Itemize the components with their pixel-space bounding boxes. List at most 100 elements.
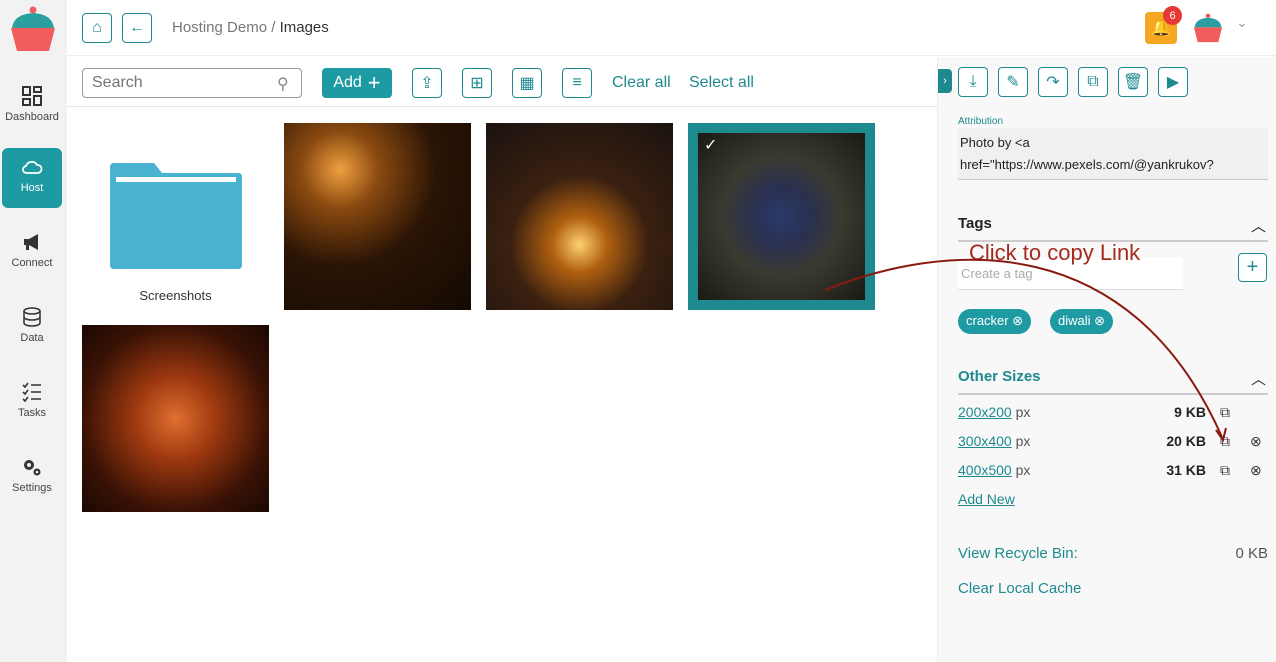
upload-button[interactable]: ⇪ (412, 68, 442, 98)
check-icon: ✓ (704, 137, 718, 154)
sidebar: Dashboard Host Connect Data Tasks Settin… (0, 0, 67, 662)
grid-view-button[interactable]: ▦ (512, 68, 542, 98)
size-row: 300x400 px 20 KB ⧉ ⊗ (958, 433, 1268, 449)
avatar[interactable] (1192, 12, 1224, 44)
folder-tile[interactable]: Screenshots (82, 123, 269, 310)
sidebar-item-label: Dashboard (5, 111, 59, 123)
remove-size-icon[interactable]: ⊗ (1250, 433, 1262, 450)
attribution-label: Attribution (958, 116, 1004, 127)
download-icon: ⤓ (969, 73, 977, 90)
file-size: 20 KB (1166, 433, 1206, 449)
size-link[interactable]: 200x200 (958, 404, 1012, 420)
sidebar-item-label: Host (20, 182, 44, 194)
tags-section-header[interactable]: Tags ︿ (958, 215, 1268, 242)
upload-icon: ⇪ (420, 75, 434, 92)
select-all-link[interactable]: Select all (689, 74, 754, 92)
tags-title: Tags (958, 215, 992, 232)
remove-tag-icon[interactable]: ⊗ (1012, 313, 1023, 328)
edit-button[interactable]: ✎ (998, 67, 1028, 97)
toolbar: ⚲ Add + ⇪ ⊞ ▦ ≡ Clear all Select all (67, 57, 937, 107)
sidebar-item-connect[interactable]: Connect (2, 223, 62, 283)
size-unit: px (1015, 462, 1031, 478)
back-button[interactable]: ← (122, 13, 152, 43)
size-unit: px (1015, 433, 1031, 449)
file-size: 31 KB (1166, 462, 1206, 478)
sidebar-item-tasks[interactable]: Tasks (2, 373, 62, 433)
sidebar-item-data[interactable]: Data (2, 298, 62, 358)
dashboard-icon (22, 86, 42, 106)
breadcrumb-parent[interactable]: Hosting Demo (172, 19, 267, 36)
pencil-icon: ✎ (1006, 74, 1020, 91)
breadcrumb: Hosting Demo / Images (172, 19, 329, 36)
play-button[interactable]: ▶ (1158, 67, 1188, 97)
copy-button[interactable]: ⧉ (1078, 67, 1108, 97)
chevron-down-icon[interactable]: ⌄ (1236, 14, 1248, 31)
add-tag-button[interactable]: + (1238, 253, 1267, 282)
copy-link-icon[interactable]: ⧉ (1220, 433, 1230, 450)
size-link[interactable]: 400x500 (958, 462, 1012, 478)
image-tile-selected[interactable]: ✓ (688, 123, 875, 310)
remove-size-icon[interactable]: ⊗ (1250, 462, 1262, 479)
size-row: 200x200 px 9 KB ⧉ (958, 404, 1268, 420)
sidebar-item-dashboard[interactable]: Dashboard (2, 77, 62, 137)
add-button[interactable]: Add + (322, 68, 392, 98)
share-icon: ↷ (1046, 74, 1060, 91)
copy-icon: ⧉ (1087, 73, 1099, 90)
remove-tag-icon[interactable]: ⊗ (1094, 313, 1105, 328)
folder-icon (109, 163, 242, 269)
trash-icon: 🗑 (1122, 74, 1144, 91)
tag-chip: diwali ⊗ (1050, 309, 1114, 334)
tag-chip: cracker ⊗ (958, 309, 1032, 334)
add-label: Add (333, 74, 362, 91)
recycle-bin-size: 0 KB (1235, 545, 1268, 562)
image-tile[interactable] (284, 123, 471, 310)
sidebar-item-label: Settings (12, 482, 52, 494)
clear-cache-link[interactable]: Clear Local Cache (958, 580, 1081, 597)
header: ⌂ ← Hosting Demo / Images (67, 0, 1276, 56)
chevron-up-icon: ︿ (1250, 371, 1266, 388)
clear-all-link[interactable]: Clear all (612, 74, 671, 92)
home-icon: ⌂ (92, 19, 102, 36)
other-sizes-title: Other Sizes (958, 368, 1041, 385)
attribution-field[interactable]: Photo by <a href="https://www.pexels.com… (958, 128, 1268, 180)
share-button[interactable]: ↷ (1038, 67, 1068, 97)
recycle-bin-link[interactable]: View Recycle Bin: (958, 545, 1078, 562)
file-size: 9 KB (1174, 404, 1206, 420)
size-row: 400x500 px 31 KB ⧉ ⊗ (958, 462, 1268, 478)
image-tile[interactable] (82, 325, 269, 512)
sort-button[interactable]: ≡ (562, 68, 592, 98)
image-tile[interactable] (486, 123, 673, 310)
sidebar-item-host[interactable]: Host (2, 148, 62, 208)
sidebar-item-label: Connect (11, 257, 53, 269)
breadcrumb-current: Images (279, 19, 329, 36)
size-unit: px (1015, 404, 1031, 420)
plus-icon: + (1246, 256, 1259, 278)
search-input[interactable] (82, 68, 302, 98)
chevron-up-icon: ︿ (1250, 218, 1266, 235)
sidebar-item-settings[interactable]: Settings (2, 448, 62, 508)
sidebar-item-label: Tasks (17, 407, 47, 419)
tag-label: cracker (966, 313, 1009, 328)
other-sizes-section-header[interactable]: Other Sizes ︿ (958, 368, 1268, 395)
new-folder-button[interactable]: ⊞ (462, 68, 492, 98)
size-link[interactable]: 300x400 (958, 433, 1012, 449)
download-button[interactable]: ⤓ (958, 67, 988, 97)
copy-link-icon[interactable]: ⧉ (1220, 462, 1230, 479)
sidebar-item-label: Data (20, 332, 44, 344)
search-icon: ⚲ (277, 76, 289, 93)
delete-button[interactable]: 🗑 (1118, 67, 1148, 97)
plus-icon: + (367, 70, 381, 95)
sort-icon: ≡ (572, 74, 582, 91)
home-button[interactable]: ⌂ (82, 13, 112, 43)
copy-link-icon[interactable]: ⧉ (1220, 404, 1230, 421)
folder-plus-icon: ⊞ (470, 75, 484, 92)
image-thumbnail (698, 133, 865, 300)
play-icon: ▶ (1166, 74, 1180, 91)
cloud-icon (22, 160, 43, 174)
collapse-panel-button[interactable]: › (938, 69, 952, 93)
add-new-size-link[interactable]: Add New (958, 491, 1015, 507)
notification-count-badge: 6 (1163, 6, 1182, 25)
grid-icon: ▦ (519, 75, 535, 92)
megaphone-icon (24, 234, 38, 250)
annotation-text: Click to copy Link (969, 240, 1141, 265)
